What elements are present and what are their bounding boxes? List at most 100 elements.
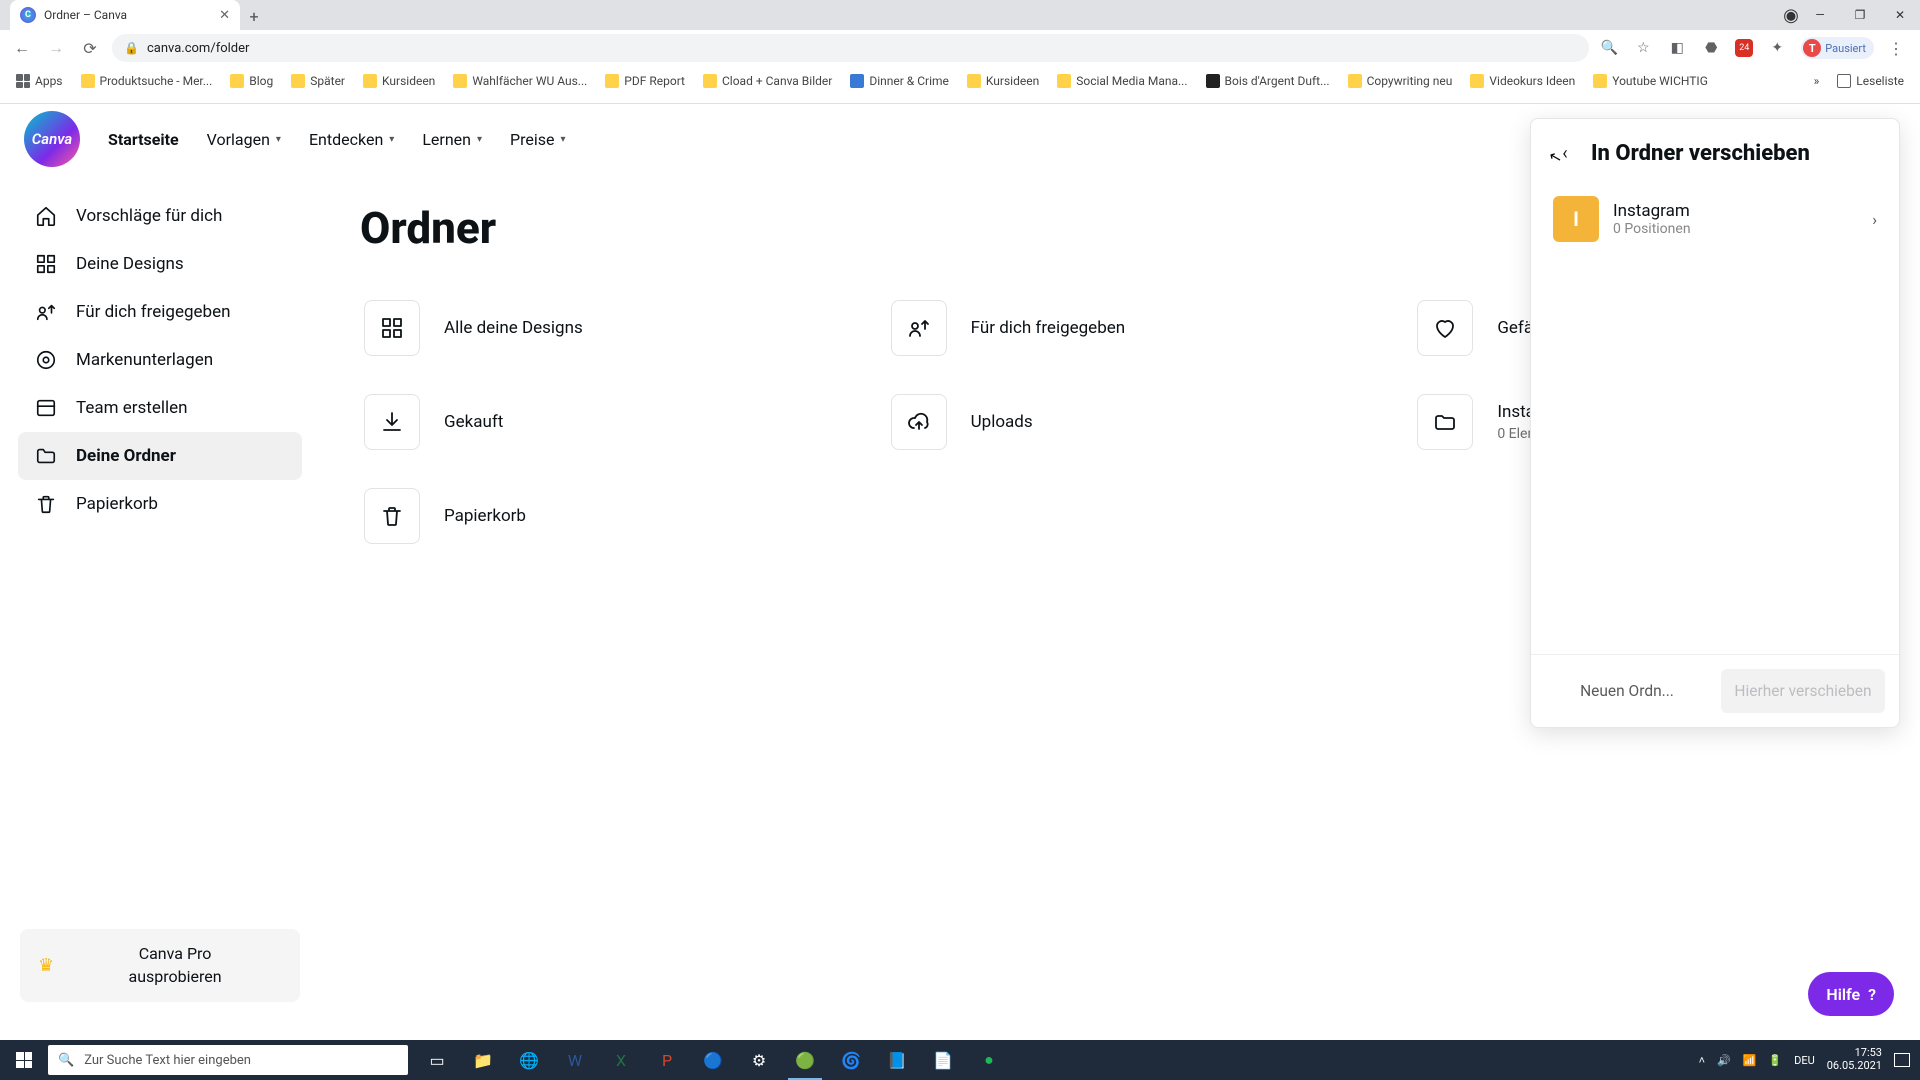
sidebar-item-suggestions[interactable]: Vorschläge für dich xyxy=(18,192,302,240)
bookmark-item[interactable]: Kursideen xyxy=(357,71,441,91)
sidebar-label: Vorschläge für dich xyxy=(76,206,222,226)
powerpoint-icon[interactable]: P xyxy=(644,1040,690,1080)
bookmark-item[interactable]: Produktsuche - Mer... xyxy=(75,71,219,91)
popover-back-button[interactable]: ‹ ↖ xyxy=(1553,142,1577,166)
app-icon-2[interactable]: 📘 xyxy=(874,1040,920,1080)
new-tab-button[interactable]: + xyxy=(240,2,268,30)
battery-icon[interactable]: 🔋 xyxy=(1768,1054,1782,1067)
bookmark-item[interactable]: Wahlfächer WU Aus... xyxy=(447,71,593,91)
volume-icon[interactable]: 🔊 xyxy=(1717,1054,1731,1067)
search-icon: 🔍 xyxy=(58,1053,74,1068)
reading-list[interactable]: Leseliste xyxy=(1831,71,1910,91)
extensions-menu-icon[interactable]: ✦ xyxy=(1767,38,1787,58)
sidebar-item-team[interactable]: Team erstellen xyxy=(18,384,302,432)
spotify-icon[interactable]: ● xyxy=(966,1040,1012,1080)
word-icon[interactable]: W xyxy=(552,1040,598,1080)
app-icon[interactable]: 🔵 xyxy=(690,1040,736,1080)
bookmark-item[interactable]: Später xyxy=(285,71,351,91)
nav-prices[interactable]: Preise▾ xyxy=(510,130,566,149)
bookmark-label: PDF Report xyxy=(624,74,685,88)
notifications-icon[interactable] xyxy=(1894,1053,1910,1067)
window-controls: ◉ — ❐ ✕ xyxy=(1782,0,1920,30)
bookmark-item[interactable]: Kursideen xyxy=(961,71,1045,91)
trash-icon xyxy=(364,488,420,544)
folder-shared[interactable]: Für dich freigegeben xyxy=(887,294,1354,362)
reload-button[interactable]: ⟳ xyxy=(78,36,102,60)
chrome-icon[interactable]: 🟢 xyxy=(782,1040,828,1080)
bookmark-star-icon[interactable]: ☆ xyxy=(1633,38,1653,58)
zoom-icon[interactable]: 🔍 xyxy=(1599,38,1619,58)
sidebar-item-brand[interactable]: Markenunterlagen xyxy=(18,336,302,384)
folder-trash[interactable]: Papierkorb xyxy=(360,482,827,550)
sidebar-item-trash[interactable]: Papierkorb xyxy=(18,480,302,528)
tray-chevron-icon[interactable]: ˄ xyxy=(1699,1054,1705,1067)
extension-icon-1[interactable]: ◧ xyxy=(1667,38,1687,58)
profile-chip[interactable]: T Pausiert xyxy=(1801,37,1874,59)
search-placeholder: Zur Suche Text hier eingeben xyxy=(84,1053,251,1068)
browser-tab-active[interactable]: C Ordner – Canva ✕ xyxy=(10,0,240,30)
maximize-button[interactable]: ❐ xyxy=(1840,8,1880,22)
nav-templates[interactable]: Vorlagen▾ xyxy=(207,130,281,149)
bookmark-label: Dinner & Crime xyxy=(869,74,949,88)
minimize-button[interactable]: — xyxy=(1800,8,1840,22)
move-here-button: Hierher verschieben xyxy=(1721,669,1885,713)
folder-all-designs[interactable]: Alle deine Designs xyxy=(360,294,827,362)
file-explorer-icon[interactable]: 📁 xyxy=(460,1040,506,1080)
folder-label: Alle deine Designs xyxy=(444,318,583,338)
bookmark-item[interactable]: Videokurs Ideen xyxy=(1464,71,1581,91)
nav-learn[interactable]: Lernen▾ xyxy=(422,130,482,149)
start-button[interactable] xyxy=(0,1040,48,1080)
bookmark-item[interactable]: Dinner & Crime xyxy=(844,71,955,91)
bookmark-favicon-icon xyxy=(1470,74,1484,88)
back-button[interactable]: ← xyxy=(10,36,34,60)
taskbar-search[interactable]: 🔍 Zur Suche Text hier eingeben xyxy=(48,1045,408,1075)
bookmark-item[interactable]: Cload + Canva Bilder xyxy=(697,71,838,91)
edge-icon[interactable]: 🌐 xyxy=(506,1040,552,1080)
sidebar-label: Markenunterlagen xyxy=(76,350,213,370)
extension-icon-2[interactable]: ⬣ xyxy=(1701,38,1721,58)
obs-icon[interactable]: ⚙ xyxy=(736,1040,782,1080)
help-button[interactable]: Hilfe ? xyxy=(1808,972,1894,1016)
bookmark-item[interactable]: Copywriting neu xyxy=(1342,71,1459,91)
edge-chromium-icon[interactable]: 🌀 xyxy=(828,1040,874,1080)
bookmark-item[interactable]: Bois d'Argent Duft... xyxy=(1200,71,1336,91)
nav-discover[interactable]: Entdecken▾ xyxy=(309,130,394,149)
task-view-icon[interactable]: ▭ xyxy=(414,1040,460,1080)
new-folder-button[interactable]: Neuen Ordn... xyxy=(1545,669,1709,713)
wifi-icon[interactable]: 📶 xyxy=(1743,1054,1757,1067)
bookmark-label: Social Media Mana... xyxy=(1076,74,1187,88)
sidebar-item-folders[interactable]: Deine Ordner xyxy=(18,432,302,480)
nav-label: Preise xyxy=(510,130,554,149)
canva-pro-card[interactable]: ♛ Canva Pro ausprobieren xyxy=(20,929,300,1002)
url-input[interactable]: 🔒 canva.com/folder xyxy=(112,34,1589,62)
chrome-menu-icon[interactable]: ⋮ xyxy=(1888,39,1904,58)
canva-logo[interactable]: Canva xyxy=(24,111,80,167)
bookmark-item[interactable]: Blog xyxy=(224,71,279,91)
folder-purchased[interactable]: Gekauft xyxy=(360,388,827,456)
close-tab-icon[interactable]: ✕ xyxy=(219,8,230,23)
notepad-icon[interactable]: 📄 xyxy=(920,1040,966,1080)
sidebar-item-shared[interactable]: Für dich freigegeben xyxy=(18,288,302,336)
nav-home[interactable]: Startseite xyxy=(108,130,179,149)
bookmark-item[interactable]: PDF Report xyxy=(599,71,691,91)
excel-icon[interactable]: X xyxy=(598,1040,644,1080)
forward-button: → xyxy=(44,36,68,60)
language-indicator[interactable]: DEU xyxy=(1794,1054,1815,1067)
close-window-button[interactable]: ✕ xyxy=(1880,8,1920,22)
bookmark-overflow[interactable]: » xyxy=(1808,71,1826,91)
chevron-right-icon[interactable]: › xyxy=(1872,210,1877,229)
bookmark-item[interactable]: Social Media Mana... xyxy=(1051,71,1193,91)
bookmark-item[interactable]: Youtube WICHTIG xyxy=(1587,71,1714,91)
bookmark-apps[interactable]: Apps xyxy=(10,71,69,91)
folder-label: Papierkorb xyxy=(444,506,526,526)
bookmark-label: Cload + Canva Bilder xyxy=(722,74,832,88)
popover-folder-instagram[interactable]: I Instagram 0 Positionen › xyxy=(1541,186,1889,252)
bookmark-favicon-icon xyxy=(81,74,95,88)
folder-uploads[interactable]: Uploads xyxy=(887,388,1354,456)
sidebar-item-your-designs[interactable]: Deine Designs xyxy=(18,240,302,288)
extension-badge-icon[interactable]: 24 xyxy=(1735,39,1753,57)
clock[interactable]: 17:53 06.05.2021 xyxy=(1827,1047,1882,1072)
reading-list-label: Leseliste xyxy=(1856,74,1904,88)
bookmark-favicon-icon xyxy=(1206,74,1220,88)
bookmark-label: Youtube WICHTIG xyxy=(1612,74,1708,88)
